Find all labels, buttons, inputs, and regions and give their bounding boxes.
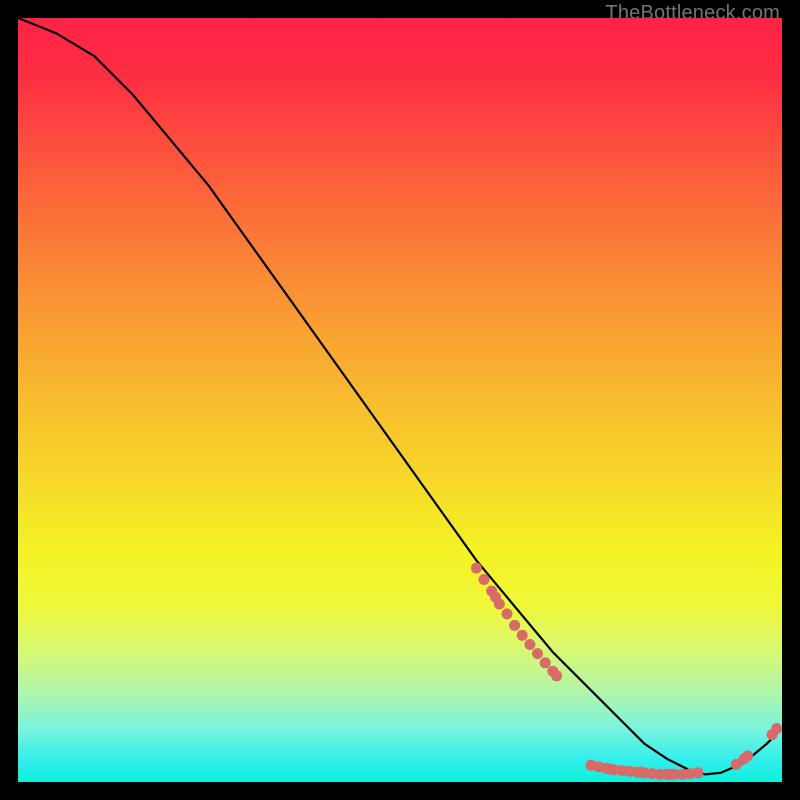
chart-plot-area <box>18 18 782 782</box>
data-point <box>551 670 562 681</box>
data-point <box>540 657 551 668</box>
data-point <box>509 620 520 631</box>
chart-svg <box>18 18 782 782</box>
chart-frame: { "watermark": "TheBottleneck.com", "col… <box>0 0 800 800</box>
data-point <box>524 639 535 650</box>
data-point <box>517 630 528 641</box>
data-point <box>479 574 490 585</box>
scatter-dots <box>471 563 782 780</box>
data-point <box>502 608 513 619</box>
data-point <box>693 767 704 778</box>
data-point <box>771 723 782 734</box>
data-point <box>532 648 543 659</box>
data-point <box>494 599 505 610</box>
data-point <box>742 751 753 762</box>
data-point <box>471 563 482 574</box>
bottleneck-curve <box>18 18 782 774</box>
